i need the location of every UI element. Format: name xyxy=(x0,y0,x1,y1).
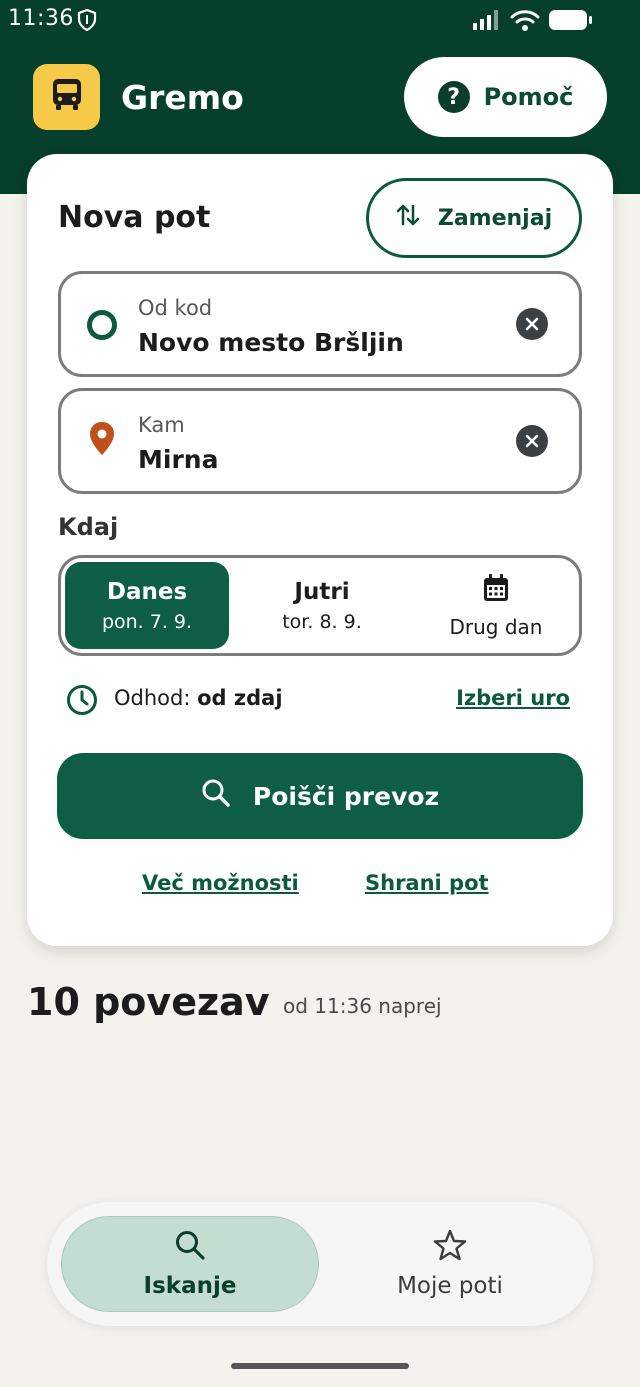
origin-circle-icon xyxy=(85,308,119,346)
departure-value: od zdaj xyxy=(197,686,283,710)
search-button[interactable]: Poišči prevoz xyxy=(57,753,583,839)
day-date: tor. 8. 9. xyxy=(282,610,362,633)
app-title: Gremo xyxy=(121,78,244,117)
pick-time-link[interactable]: Izberi uro xyxy=(456,686,570,710)
battery-icon xyxy=(548,8,594,38)
day-name: Jutri xyxy=(294,578,350,605)
swap-icon xyxy=(396,202,420,234)
clear-to-icon[interactable] xyxy=(516,425,548,457)
departure-row: Odhod: od zdaj Izberi uro xyxy=(66,680,576,720)
save-route-link[interactable]: Shrani pot xyxy=(365,871,489,895)
star-icon xyxy=(433,1229,467,1265)
clock-icon xyxy=(66,684,98,720)
status-bar: 11:36 xyxy=(0,0,640,40)
to-label: Kam xyxy=(138,413,185,437)
more-options-link[interactable]: Več možnosti xyxy=(142,871,299,895)
day-option-tomorrow[interactable]: Jutri tor. 8. 9. xyxy=(240,562,404,649)
nav-item-search[interactable]: Iskanje xyxy=(61,1216,319,1312)
help-button[interactable]: ? Pomoč xyxy=(404,57,607,137)
nav-label: Iskanje xyxy=(143,1273,237,1299)
day-name: Danes xyxy=(106,578,188,605)
results-count: 10 povezav xyxy=(27,980,270,1024)
day-selector: Danes pon. 7. 9. Jutri tor. 8. 9. Drug d… xyxy=(58,555,582,656)
nav-label: Moje poti xyxy=(397,1273,503,1299)
from-field[interactable]: Od kod Novo mesto Bršljin xyxy=(58,271,582,377)
departure-prefix: Odhod: xyxy=(114,686,191,710)
to-field[interactable]: Kam Mirna xyxy=(58,388,582,494)
swap-label: Zamenjaj xyxy=(437,205,553,231)
to-value: Mirna xyxy=(138,445,219,474)
from-label: Od kod xyxy=(138,296,213,320)
search-label: Poišči prevoz xyxy=(252,781,440,811)
bus-icon xyxy=(50,77,84,117)
search-icon xyxy=(174,1229,206,1265)
home-indicator[interactable] xyxy=(231,1363,409,1369)
swap-button[interactable]: Zamenjaj xyxy=(366,178,582,258)
wifi-icon xyxy=(510,8,540,38)
calendar-icon xyxy=(482,573,510,607)
route-card: Nova pot Zamenjaj Od kod Novo mesto Bršl… xyxy=(27,154,613,946)
nav-item-my-trips[interactable]: Moje poti xyxy=(321,1216,579,1312)
day-option-today[interactable]: Danes pon. 7. 9. xyxy=(65,562,229,649)
day-option-other[interactable]: Drug dan xyxy=(414,562,578,649)
location-pin-icon xyxy=(89,421,115,461)
search-icon xyxy=(201,778,231,814)
day-date: pon. 7. 9. xyxy=(101,610,193,633)
help-label: Pomoč xyxy=(483,83,574,111)
signal-icon xyxy=(472,9,502,37)
app-logo xyxy=(33,64,100,130)
results-since: od 11:36 naprej xyxy=(283,994,442,1018)
departure-text: Odhod: od zdaj xyxy=(114,686,283,710)
when-label: Kdaj xyxy=(58,513,119,541)
status-time: 11:36 xyxy=(8,6,74,31)
shield-icon xyxy=(77,8,97,37)
card-title: Nova pot xyxy=(58,200,211,235)
help-icon: ? xyxy=(437,81,470,113)
clear-from-icon[interactable] xyxy=(516,308,548,340)
from-value: Novo mesto Bršljin xyxy=(138,328,404,357)
bottom-nav: Iskanje Moje poti xyxy=(47,1202,593,1326)
day-date: Drug dan xyxy=(449,614,543,639)
